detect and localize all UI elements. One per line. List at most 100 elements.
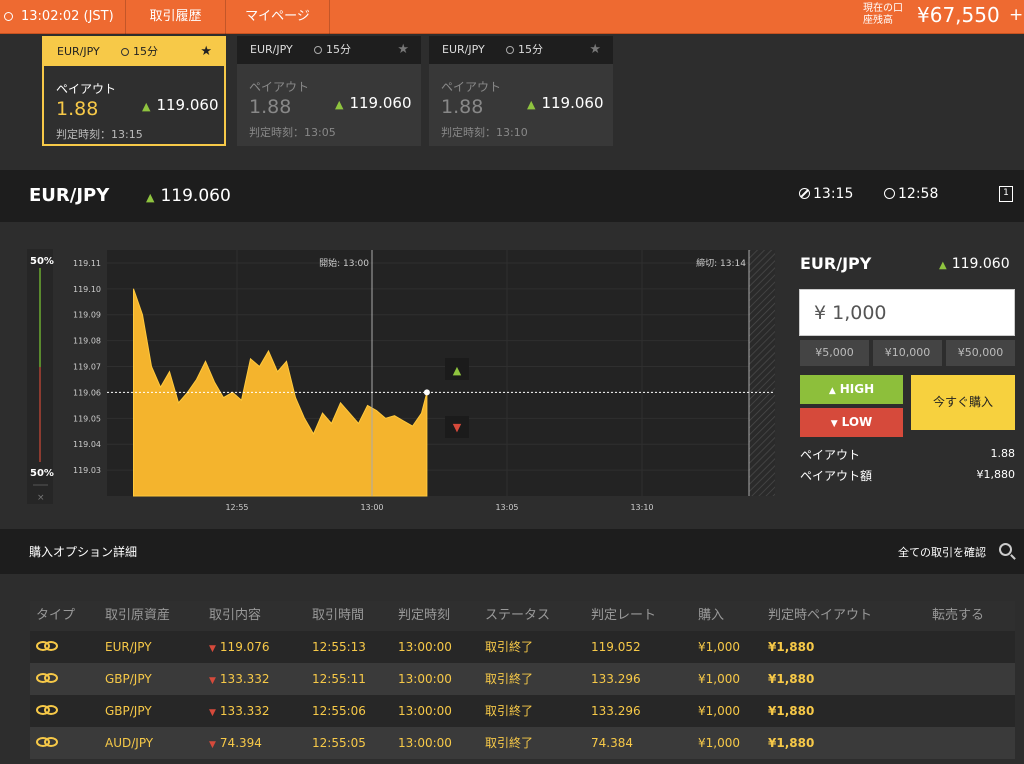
star-icon[interactable]: ★ — [397, 36, 409, 64]
table-header-row: タイプ 取引原資産 取引内容 取引時間 判定時刻 ステータス 判定レート 購入 … — [30, 601, 1015, 631]
clock-icon — [4, 12, 13, 21]
closed-zone — [749, 250, 775, 496]
card-pair: EUR/JPY — [250, 43, 293, 56]
page-icon[interactable]: 1 — [999, 186, 1013, 202]
quick-amount-5000-button[interactable]: ¥5,000 — [800, 340, 869, 366]
trade-asset: AUD/JPY — [105, 736, 154, 750]
y-tick-label: 119.08 — [73, 337, 101, 346]
trade-type-icon — [36, 695, 58, 727]
y-tick-label: 119.05 — [73, 414, 101, 423]
trade-close-rate: 133.296 — [591, 704, 641, 718]
card-header: EUR/JPY 15分 ★ — [429, 36, 613, 64]
see-all-trades-link[interactable]: 全ての取引を確認 — [898, 544, 986, 560]
mypage-link[interactable]: マイページ — [226, 0, 330, 34]
balance-label: 現在の口座残高 — [863, 3, 903, 26]
end-label: 締切: 13:14 — [696, 257, 746, 269]
clock-icon — [314, 46, 322, 54]
search-icon[interactable] — [999, 543, 1012, 556]
card-duration: 15分 — [506, 36, 543, 64]
x-tick-label: 13:05 — [495, 503, 518, 512]
trade-amount: ¥1,000 — [698, 672, 740, 686]
column-header: 判定時ペイアウト — [768, 608, 873, 623]
chart-low-button[interactable]: ▼ — [445, 416, 469, 438]
low-button[interactable]: ▼ LOW — [800, 408, 903, 437]
high-button[interactable]: ▲ HIGH — [800, 375, 903, 404]
x-tick-label: 13:10 — [630, 503, 653, 512]
y-tick-label: 119.11 — [73, 259, 101, 268]
quick-amount-10000-button[interactable]: ¥10,000 — [873, 340, 942, 366]
trade-asset: GBP/JPY — [105, 704, 152, 718]
trade-payout: ¥1,880 — [768, 704, 815, 718]
option-card[interactable]: EUR/JPY 15分 ★ ペイアウト 1.88 ▲ 119.060 判定時刻：1… — [237, 36, 421, 146]
card-header: EUR/JPY 15分 ★ — [237, 36, 421, 64]
y-tick-label: 119.09 — [73, 311, 101, 320]
up-arrow-icon: ▲ — [939, 260, 947, 271]
close-time: 13:15 — [799, 186, 853, 202]
down-arrow-icon: ▼ — [830, 419, 838, 429]
trade-payout: ¥1,880 — [768, 736, 815, 750]
column-header: 転売する — [932, 608, 985, 623]
card-pair: EUR/JPY — [57, 45, 100, 58]
column-header: タイプ — [36, 608, 76, 623]
details-header: 購入オプション詳細 全ての取引を確認 — [0, 529, 1024, 574]
down-arrow-icon: ▼ — [209, 676, 216, 686]
chart-high-button[interactable]: ▲ — [445, 358, 469, 380]
trade-close-rate: 133.296 — [591, 672, 641, 686]
card-payout: 1.88 — [249, 96, 292, 118]
buy-now-button[interactable]: 今すぐ購入 — [911, 375, 1015, 430]
trade-asset: GBP/JPY — [105, 672, 152, 686]
trade-time: 12:55:06 — [312, 704, 366, 718]
card-payout: 1.88 — [56, 98, 99, 120]
y-tick-label: 119.06 — [73, 388, 101, 397]
quick-amount-50000-button[interactable]: ¥50,000 — [946, 340, 1015, 366]
trade-amount: ¥1,000 — [698, 640, 740, 654]
asset-bar: EUR/JPY ▲ 119.060 13:15 12:58 — [0, 170, 1024, 222]
trade-type-icon — [36, 631, 58, 663]
payout-value: 1.88 — [990, 447, 1016, 460]
table-row[interactable]: GBP/JPY ▼ 133.332 12:55:06 13:00:00 取引終了 … — [30, 695, 1015, 727]
star-icon[interactable]: ★ — [200, 38, 212, 66]
trade-expiry: 13:00:00 — [398, 672, 452, 686]
clock-icon — [121, 48, 129, 56]
trade-entry: ▼ 74.394 — [209, 736, 262, 750]
x-tick-label: 12:55 — [225, 503, 248, 512]
trade-status: 取引終了 — [485, 704, 534, 718]
sentiment-bottom-label: 50% — [30, 468, 54, 479]
no-entry-icon — [799, 188, 810, 199]
trade-type-icon — [36, 663, 58, 695]
history-clock-icon — [884, 188, 895, 199]
option-card[interactable]: EUR/JPY 15分 ★ ペイアウト 1.88 ▲ 119.060 判定時刻：1… — [42, 36, 226, 146]
star-icon[interactable]: ★ — [589, 36, 601, 64]
trade-payout: ¥1,880 — [768, 640, 815, 654]
column-header: 取引内容 — [209, 608, 262, 623]
down-arrow-icon: ▼ — [453, 421, 462, 434]
up-arrow-icon: ▲ — [453, 364, 462, 377]
card-rate: ▲ 119.060 — [527, 94, 604, 112]
y-tick-label: 119.04 — [73, 440, 101, 449]
table-row[interactable]: GBP/JPY ▼ 133.332 12:55:11 13:00:00 取引終了 … — [30, 663, 1015, 695]
card-rate: ▲ 119.060 — [142, 96, 219, 114]
trade-type-icon — [36, 727, 58, 759]
table-row[interactable]: EUR/JPY ▼ 119.076 12:55:13 13:00:00 取引終了 … — [30, 631, 1015, 663]
y-axis: 119.11 119.10 119.09 119.08 119.07 119.06 119.… — [73, 259, 101, 475]
card-header: EUR/JPY 15分 ★ — [44, 38, 224, 66]
trade-payout: ¥1,880 — [768, 672, 815, 686]
payout-label: ペイアウト — [800, 448, 861, 462]
table-row[interactable]: AUD/JPY ▼ 74.394 12:55:05 13:00:00 取引終了 7… — [30, 727, 1015, 759]
clock-text: 13:02:02 (JST) — [21, 9, 114, 24]
close-icon[interactable]: × — [37, 493, 45, 503]
top-bar: 13:02:02 (JST) 取引履歴 マイページ 現在の口座残高 ¥67,55… — [0, 0, 1024, 34]
trade-status: 取引終了 — [485, 736, 534, 750]
up-arrow-icon: ▲ — [142, 100, 151, 113]
plus-icon[interactable]: + — [1009, 5, 1023, 25]
x-axis: 12:55 13:00 13:05 13:10 — [225, 503, 653, 512]
trade-history-link[interactable]: 取引履歴 — [126, 0, 226, 34]
y-tick-label: 119.10 — [73, 285, 101, 294]
amount-input[interactable] — [799, 289, 1015, 336]
remaining-time: 12:58 — [884, 186, 938, 202]
asset-pair: EUR/JPY — [29, 185, 110, 206]
trade-status: 取引終了 — [485, 672, 534, 686]
option-card[interactable]: EUR/JPY 15分 ★ ペイアウト 1.88 ▲ 119.060 判定時刻：1… — [429, 36, 613, 146]
panel-rate: ▲ 119.060 — [939, 256, 1010, 272]
trade-status: 取引終了 — [485, 640, 534, 654]
